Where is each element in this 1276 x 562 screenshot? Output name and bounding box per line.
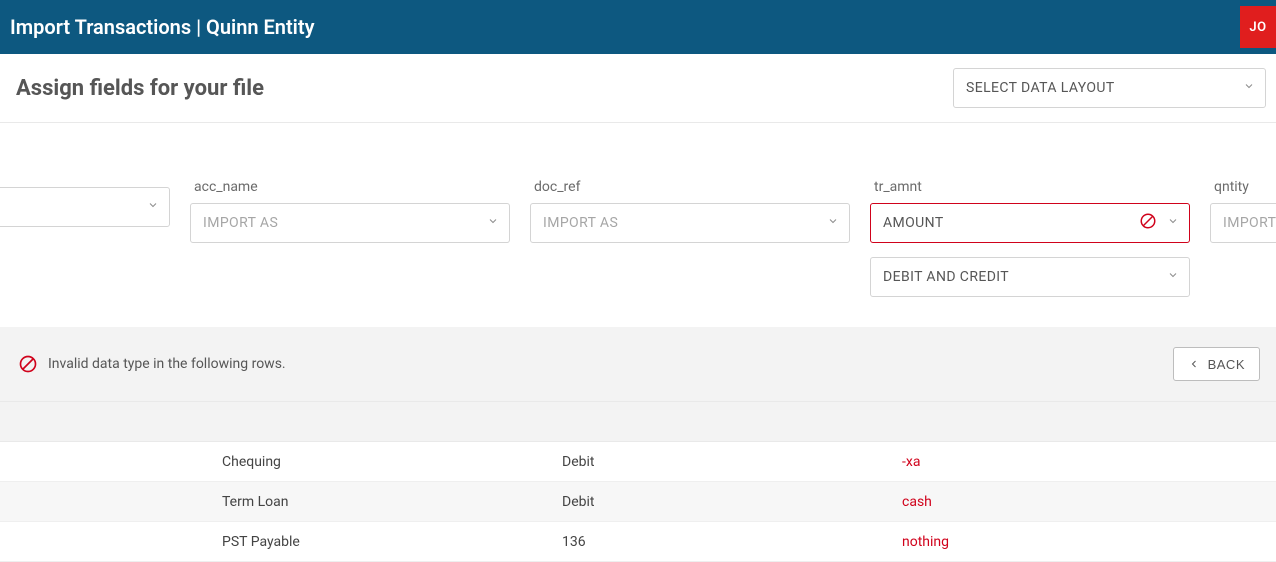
cell-doc-ref: 136 [556, 534, 896, 550]
error-icon [1139, 212, 1157, 234]
column-select-tr-amnt[interactable]: AMOUNT [870, 203, 1190, 243]
app-header: Import Transactions | Quinn Entity JO [0, 0, 1276, 54]
column-qntity: qntity IMPORT AS [1210, 179, 1276, 297]
column-pre [0, 179, 170, 297]
column-select-qntity[interactable]: IMPORT AS [1210, 203, 1276, 243]
back-button[interactable]: BACK [1173, 347, 1260, 381]
chevron-down-icon [827, 215, 839, 231]
cell-tr-amnt: nothing [896, 534, 1236, 550]
cell-tr-amnt: -xa [896, 454, 1236, 470]
avatar[interactable]: JO [1240, 6, 1276, 48]
column-select-value: IMPORT AS [543, 215, 618, 231]
chevron-down-icon [1167, 215, 1179, 231]
column-acc-name: acc_name IMPORT AS [190, 179, 510, 297]
cell-doc-ref: Debit [556, 454, 896, 470]
column-select-value: IMPORT AS [1223, 215, 1276, 231]
table-row: Term Loan Debit cash [0, 482, 1276, 522]
chevron-down-icon [147, 199, 159, 215]
page-title: Import Transactions | Quinn Entity [10, 15, 315, 39]
chevron-left-icon [1188, 358, 1200, 370]
cell-acc-name: Chequing [216, 454, 556, 470]
select-data-layout-label: SELECT DATA LAYOUT [966, 80, 1115, 96]
column-select-value: IMPORT AS [203, 215, 278, 231]
column-select-tr-amnt-type[interactable]: DEBIT AND CREDIT [870, 257, 1190, 297]
error-rows-table: Chequing Debit -xa Term Loan Debit cash … [0, 442, 1276, 562]
table-row: PST Payable 136 nothing [0, 522, 1276, 562]
subheader: Assign fields for your file SELECT DATA … [0, 54, 1276, 123]
column-label: tr_amnt [870, 179, 1190, 195]
cell-acc-name: Term Loan [216, 494, 556, 510]
status-bar: Invalid data type in the following rows.… [0, 327, 1276, 402]
column-label: acc_name [190, 179, 510, 195]
column-select-acc-name[interactable]: IMPORT AS [190, 203, 510, 243]
status-message: Invalid data type in the following rows. [48, 356, 286, 372]
cell-acc-name: PST Payable [216, 534, 556, 550]
back-button-label: BACK [1208, 357, 1245, 372]
field-mapping-area: acc_name IMPORT AS doc_ref IMPORT AS tr_… [0, 123, 1276, 327]
chevron-down-icon [1167, 269, 1179, 285]
select-data-layout[interactable]: SELECT DATA LAYOUT [953, 68, 1266, 108]
status-message-wrap: Invalid data type in the following rows. [18, 354, 286, 374]
column-select-doc-ref[interactable]: IMPORT AS [530, 203, 850, 243]
table-header-blank [0, 402, 1276, 442]
column-select-pre[interactable] [0, 187, 170, 227]
error-icon [18, 354, 38, 374]
column-select-value: DEBIT AND CREDIT [883, 269, 1009, 285]
column-tr-amnt: tr_amnt AMOUNT DEBIT AND CREDIT [870, 179, 1190, 297]
cell-tr-amnt: cash [896, 494, 1236, 510]
table-row: Chequing Debit -xa [0, 442, 1276, 482]
cell-doc-ref: Debit [556, 494, 896, 510]
chevron-down-icon [1243, 80, 1255, 96]
column-label: doc_ref [530, 179, 850, 195]
chevron-down-icon [487, 215, 499, 231]
column-label: qntity [1210, 179, 1276, 195]
column-doc-ref: doc_ref IMPORT AS [530, 179, 850, 297]
subheader-title: Assign fields for your file [16, 76, 264, 101]
column-select-value: AMOUNT [883, 215, 944, 231]
